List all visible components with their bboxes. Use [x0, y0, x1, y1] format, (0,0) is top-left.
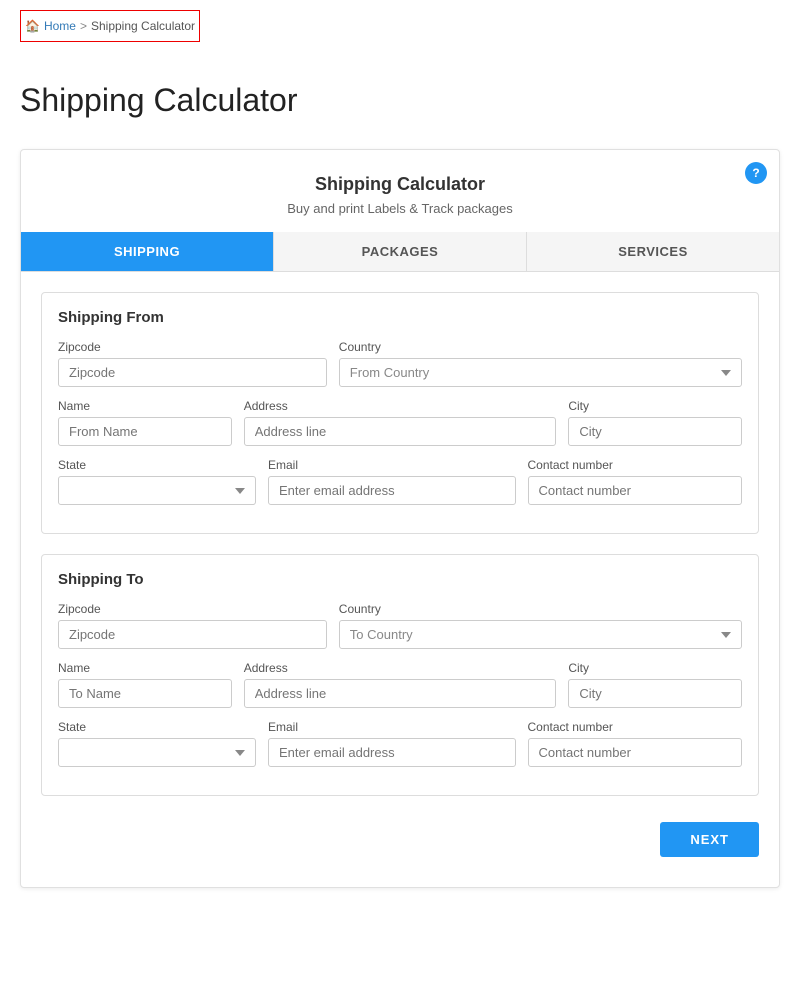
tabs-container: SHIPPING PACKAGES SERVICES [21, 232, 779, 272]
shipping-to-section: Shipping To Zipcode Country To Country N… [41, 554, 759, 796]
from-row-state-email-contact: State Email Contact number [58, 458, 742, 505]
breadcrumb-separator: > [80, 19, 87, 33]
to-zipcode-label: Zipcode [58, 602, 327, 616]
to-state-group: State [58, 720, 256, 767]
from-state-group: State [58, 458, 256, 505]
to-zipcode-group: Zipcode [58, 602, 327, 649]
to-address-group: Address [244, 661, 557, 708]
from-email-input[interactable] [268, 476, 516, 505]
from-country-group: Country From Country [339, 340, 742, 387]
from-state-select[interactable] [58, 476, 256, 505]
next-button[interactable]: NEXT [660, 822, 759, 857]
to-contact-input[interactable] [528, 738, 743, 767]
to-name-input[interactable] [58, 679, 232, 708]
to-email-label: Email [268, 720, 516, 734]
shipping-from-section: Shipping From Zipcode Country From Count… [41, 292, 759, 534]
to-email-input[interactable] [268, 738, 516, 767]
to-country-label: Country [339, 602, 742, 616]
from-address-group: Address [244, 399, 557, 446]
card-subtitle: Buy and print Labels & Track packages [41, 201, 759, 216]
to-state-select[interactable] [58, 738, 256, 767]
to-city-input[interactable] [568, 679, 742, 708]
from-row-zipcode-country: Zipcode Country From Country [58, 340, 742, 387]
tab-services[interactable]: SERVICES [527, 232, 779, 271]
to-contact-label: Contact number [528, 720, 743, 734]
to-email-group: Email [268, 720, 516, 767]
to-city-label: City [568, 661, 742, 675]
from-contact-group: Contact number [528, 458, 743, 505]
from-contact-label: Contact number [528, 458, 743, 472]
to-row-zipcode-country: Zipcode Country To Country [58, 602, 742, 649]
from-country-label: Country [339, 340, 742, 354]
from-city-input[interactable] [568, 417, 742, 446]
from-name-label: Name [58, 399, 232, 413]
to-name-label: Name [58, 661, 232, 675]
calculator-card: ? Shipping Calculator Buy and print Labe… [20, 149, 780, 888]
from-city-label: City [568, 399, 742, 413]
from-zipcode-label: Zipcode [58, 340, 327, 354]
from-address-input[interactable] [244, 417, 557, 446]
from-email-group: Email [268, 458, 516, 505]
breadcrumb-home-link[interactable]: Home [44, 19, 76, 33]
card-title: Shipping Calculator [41, 174, 759, 195]
from-zipcode-input[interactable] [58, 358, 327, 387]
from-zipcode-group: Zipcode [58, 340, 327, 387]
to-contact-group: Contact number [528, 720, 743, 767]
to-row-name-address-city: Name Address City [58, 661, 742, 708]
from-state-label: State [58, 458, 256, 472]
from-email-label: Email [268, 458, 516, 472]
from-name-group: Name [58, 399, 232, 446]
home-icon: 🏠 [25, 19, 40, 33]
to-state-label: State [58, 720, 256, 734]
from-contact-input[interactable] [528, 476, 743, 505]
to-row-state-email-contact: State Email Contact number [58, 720, 742, 767]
shipping-from-title: Shipping From [58, 309, 742, 326]
from-row-name-address-city: Name Address City [58, 399, 742, 446]
help-button[interactable]: ? [745, 162, 767, 184]
breadcrumb-current: Shipping Calculator [91, 19, 195, 33]
from-address-label: Address [244, 399, 557, 413]
from-city-group: City [568, 399, 742, 446]
shipping-to-title: Shipping To [58, 571, 742, 588]
to-country-group: Country To Country [339, 602, 742, 649]
card-header: Shipping Calculator Buy and print Labels… [21, 150, 779, 232]
breadcrumb: 🏠 Home > Shipping Calculator [20, 10, 200, 42]
from-name-input[interactable] [58, 417, 232, 446]
next-button-row: NEXT [21, 806, 779, 857]
tab-shipping[interactable]: SHIPPING [21, 232, 274, 271]
to-country-select[interactable]: To Country [339, 620, 742, 649]
to-name-group: Name [58, 661, 232, 708]
to-address-label: Address [244, 661, 557, 675]
to-city-group: City [568, 661, 742, 708]
page-title: Shipping Calculator [20, 82, 780, 119]
to-zipcode-input[interactable] [58, 620, 327, 649]
to-address-input[interactable] [244, 679, 557, 708]
tab-packages[interactable]: PACKAGES [274, 232, 527, 271]
from-country-select[interactable]: From Country [339, 358, 742, 387]
